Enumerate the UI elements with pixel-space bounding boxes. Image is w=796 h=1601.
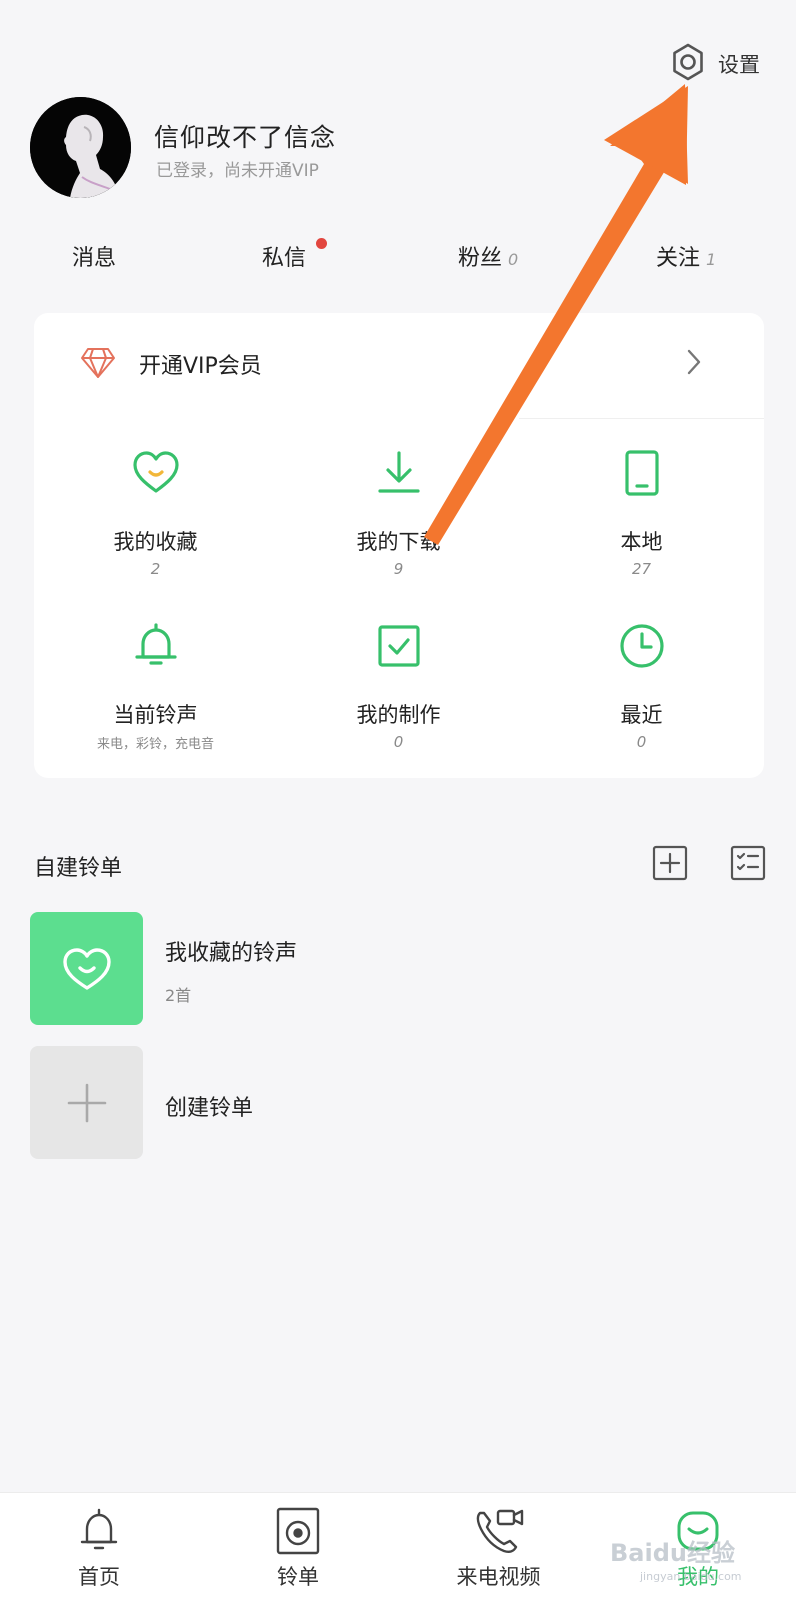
item-label: 本地 bbox=[620, 530, 663, 554]
favorites-playlist-thumbnail[interactable] bbox=[30, 912, 143, 1025]
stat-count: 0 bbox=[508, 250, 519, 269]
item-label: 当前铃声 bbox=[113, 703, 198, 727]
item-label: 我的收藏 bbox=[113, 530, 198, 554]
stat-messages[interactable]: 消息 bbox=[72, 240, 116, 272]
stat-following[interactable]: 关注 1 bbox=[656, 240, 716, 272]
avatar[interactable] bbox=[30, 97, 131, 198]
my-creations-item[interactable]: 我的制作 0 bbox=[277, 621, 520, 781]
stat-label: 粉丝 bbox=[458, 246, 503, 271]
vip-label: 开通VIP会员 bbox=[139, 354, 262, 379]
local-item[interactable]: 本地 27 bbox=[520, 448, 763, 608]
nav-call-video[interactable]: 来电视频 bbox=[416, 1493, 581, 1601]
vip-membership-row[interactable]: 开通VIP会员 bbox=[34, 313, 764, 413]
plus-square-icon bbox=[652, 845, 688, 881]
user-status: 已登录，尚未开通VIP bbox=[156, 161, 319, 181]
create-playlist-thumbnail[interactable] bbox=[30, 1046, 143, 1159]
playlist-name[interactable]: 我收藏的铃声 bbox=[165, 935, 297, 967]
my-favorites-item[interactable]: 我的收藏 2 bbox=[34, 448, 277, 608]
item-count: 2 bbox=[150, 560, 161, 578]
section-title: 自建铃单 bbox=[34, 856, 123, 881]
plus-icon bbox=[67, 1083, 106, 1122]
watermark: Baidu经验 bbox=[610, 1539, 735, 1567]
stat-private-messages[interactable]: 私信 bbox=[262, 240, 306, 272]
stat-label: 消息 bbox=[72, 246, 117, 271]
item-label: 我的下载 bbox=[356, 530, 441, 554]
item-count: 0 bbox=[636, 733, 647, 751]
divider bbox=[519, 418, 764, 419]
username: 信仰改不了信念 bbox=[154, 123, 337, 152]
nav-label: 首页 bbox=[78, 1565, 120, 1589]
add-playlist-button[interactable] bbox=[652, 845, 688, 885]
chevron-right-icon bbox=[684, 347, 704, 381]
checklist-icon bbox=[730, 845, 766, 881]
item-label: 我的制作 bbox=[356, 703, 441, 727]
manage-playlists-button[interactable] bbox=[730, 845, 766, 885]
stat-label: 关注 bbox=[656, 246, 701, 271]
unread-dot bbox=[316, 238, 327, 249]
item-count: 9 bbox=[393, 560, 404, 578]
heart-smile-icon bbox=[34, 448, 277, 498]
settings-label: 设置 bbox=[718, 53, 760, 77]
nav-label: 铃单 bbox=[277, 1565, 319, 1589]
item-detail: 来电，彩铃，充电音 bbox=[96, 737, 214, 752]
disc-icon bbox=[218, 1507, 378, 1555]
clock-icon bbox=[520, 621, 763, 671]
stat-label: 私信 bbox=[262, 246, 307, 271]
heart-smile-icon bbox=[62, 947, 111, 990]
item-label: 最近 bbox=[620, 703, 663, 727]
nav-playlists[interactable]: 铃单 bbox=[218, 1493, 378, 1601]
phone-video-icon bbox=[416, 1507, 581, 1555]
stat-count: 1 bbox=[706, 250, 717, 269]
settings-button[interactable]: 设置 bbox=[668, 42, 760, 86]
item-count: 27 bbox=[631, 560, 652, 578]
features-card: 开通VIP会员 我的收藏 2 我的下载 9 本地 27 当前铃声 来电，彩铃，充… bbox=[34, 313, 764, 778]
gear-icon bbox=[668, 42, 708, 86]
phone-icon bbox=[520, 448, 763, 498]
recent-item[interactable]: 最近 0 bbox=[520, 621, 763, 781]
download-icon bbox=[277, 448, 520, 498]
current-ringtone-item[interactable]: 当前铃声 来电，彩铃，充电音 bbox=[34, 621, 277, 781]
watermark-url: jingyan.baidu.com bbox=[640, 1570, 742, 1583]
stat-fans[interactable]: 粉丝 0 bbox=[458, 240, 518, 272]
diamond-icon bbox=[80, 347, 116, 383]
playlist-count: 2首 bbox=[165, 986, 192, 1005]
item-count: 0 bbox=[393, 733, 404, 751]
nav-label: 来电视频 bbox=[456, 1565, 541, 1589]
bell-icon bbox=[34, 621, 277, 671]
nav-home[interactable]: 首页 bbox=[19, 1493, 179, 1601]
check-box-icon bbox=[277, 621, 520, 671]
create-playlist-label[interactable]: 创建铃单 bbox=[165, 1090, 253, 1122]
my-downloads-item[interactable]: 我的下载 9 bbox=[277, 448, 520, 608]
bell-icon bbox=[19, 1507, 179, 1555]
